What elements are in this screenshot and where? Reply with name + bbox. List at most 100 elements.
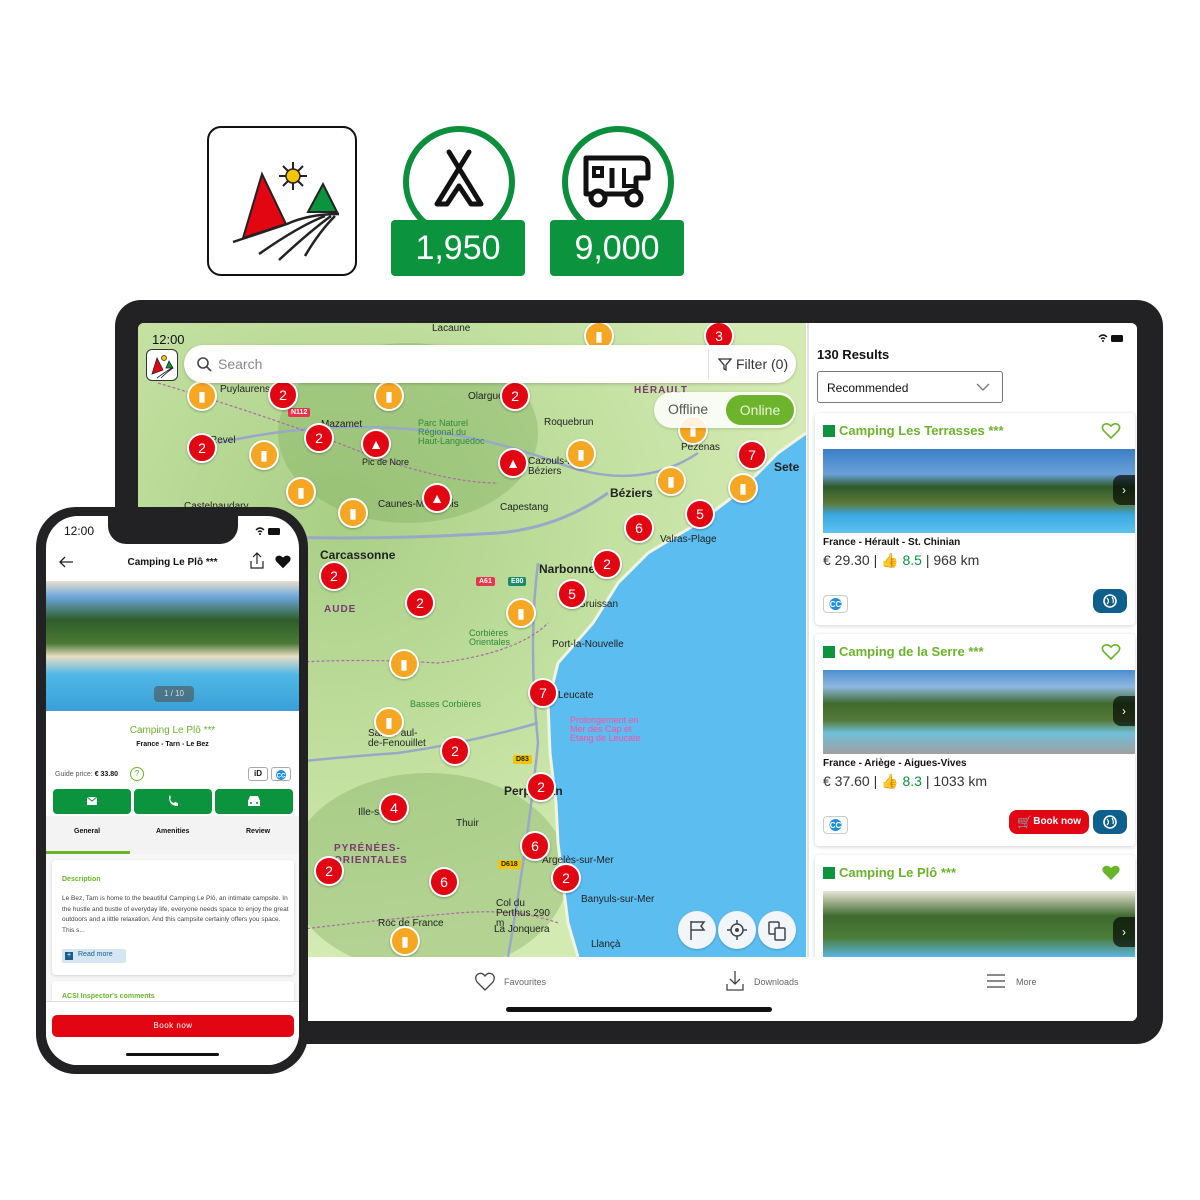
map-cluster-marker[interactable]: 6 xyxy=(429,867,459,897)
map-cluster-marker[interactable]: 2 xyxy=(319,561,349,591)
sort-value: Recommended xyxy=(827,381,909,395)
book-now-button[interactable]: 🛒 Book now xyxy=(1009,810,1089,834)
locate-button[interactable] xyxy=(718,911,756,949)
map-label: Leucate xyxy=(558,690,594,701)
sort-dropdown[interactable]: Recommended xyxy=(817,371,1003,403)
road-label: N112 xyxy=(288,408,311,417)
map-cluster-marker[interactable]: 5 xyxy=(557,579,587,609)
website-button[interactable] xyxy=(1093,589,1127,613)
campsite-name[interactable]: Camping Les Terrasses *** xyxy=(839,423,1004,438)
online-option[interactable]: Online xyxy=(726,395,794,425)
campsite-price: € 29.30 xyxy=(823,552,870,568)
map-cluster-marker[interactable]: 6 xyxy=(624,513,654,543)
thumbs-up-icon: 👍 xyxy=(881,552,899,568)
website-button[interactable] xyxy=(1093,810,1127,834)
result-card[interactable]: Camping de la Serre *** › France - Arièg… xyxy=(815,634,1135,846)
map-cluster-marker[interactable]: 2 xyxy=(440,736,470,766)
motorhome-marker[interactable]: ▮ xyxy=(374,381,404,411)
offline-option[interactable]: Offline xyxy=(668,401,708,417)
map-cluster-marker[interactable]: 7 xyxy=(737,440,767,470)
map-cluster-marker[interactable]: 2 xyxy=(500,381,530,411)
search-input[interactable]: Search xyxy=(218,356,262,372)
campsite-name[interactable]: Camping Le Plô *** xyxy=(839,865,956,880)
motorhome-marker[interactable]: ▮ xyxy=(566,439,596,469)
result-card[interactable]: Camping Le Plô *** › xyxy=(815,855,1135,965)
share-icon[interactable] xyxy=(249,552,265,570)
layers-button[interactable] xyxy=(758,911,796,949)
tab-review[interactable]: Review xyxy=(246,828,270,835)
campsite-tent-marker[interactable]: ▲ xyxy=(361,429,391,459)
heart-filled-icon[interactable] xyxy=(274,554,292,570)
offline-online-toggle[interactable]: Offline Online xyxy=(654,392,796,428)
search-bar[interactable]: Search Filter (0) xyxy=(184,345,796,383)
motorhome-marker[interactable]: ▮ xyxy=(389,649,419,679)
motorhome-marker[interactable]: ▮ xyxy=(656,466,686,496)
map-cluster-marker[interactable]: 2 xyxy=(592,549,622,579)
read-more-button[interactable]: + Read more xyxy=(62,949,126,963)
campsite-photo[interactable]: 1 / 10 xyxy=(46,581,299,711)
thumbs-up-icon: 👍 xyxy=(881,773,899,789)
email-button[interactable] xyxy=(53,789,131,814)
motorhome-marker[interactable]: ▮ xyxy=(187,381,217,411)
motorhome-marker[interactable]: ▮ xyxy=(506,598,536,628)
motorhome-marker[interactable]: ▮ xyxy=(728,473,758,503)
download-icon xyxy=(726,971,744,991)
phone-footer: Book now xyxy=(46,1001,299,1065)
heart-filled-icon[interactable] xyxy=(1101,864,1121,882)
acsi-app-logo xyxy=(207,126,357,276)
campsite-photo-carousel[interactable]: › xyxy=(823,670,1135,754)
campsite-location: France - Tarn - Le Bez xyxy=(136,741,209,748)
map-cluster-marker[interactable]: 4 xyxy=(379,793,409,823)
description-card: Description Le Bez, Tarn is home to the … xyxy=(52,860,294,975)
phone-call-button[interactable] xyxy=(134,789,212,814)
help-icon[interactable]: ? xyxy=(130,767,144,781)
home-indicator xyxy=(506,1007,772,1012)
map-cluster-marker[interactable]: 2 xyxy=(551,863,581,893)
campsite-name[interactable]: Camping de la Serre *** xyxy=(839,644,984,659)
motorhome-marker[interactable]: ▮ xyxy=(374,707,404,737)
result-card[interactable]: Camping Les Terrasses *** › France - Hér… xyxy=(815,413,1135,625)
book-now-button[interactable]: Book now xyxy=(52,1015,294,1037)
map-cluster-marker[interactable]: 2 xyxy=(526,772,556,802)
acsi-logo-icon xyxy=(151,355,174,379)
next-photo-button[interactable]: › xyxy=(1113,475,1135,505)
campsite-count: 1,950 xyxy=(391,220,525,276)
flag-button[interactable] xyxy=(678,911,716,949)
campsite-photo-carousel[interactable]: › xyxy=(823,891,1135,965)
search-icon xyxy=(197,357,212,372)
next-photo-button[interactable]: › xyxy=(1113,696,1135,726)
id-badge: iD xyxy=(248,767,268,781)
map-cluster-marker[interactable]: 2 xyxy=(304,423,334,453)
map-cluster-marker[interactable]: 7 xyxy=(528,678,558,708)
map-cluster-marker[interactable]: 6 xyxy=(520,831,550,861)
status-time: 12:00 xyxy=(152,332,185,347)
svg-text:CC: CC xyxy=(830,821,842,830)
map-label: Lacaune xyxy=(432,323,471,334)
description-heading: Description xyxy=(62,876,101,883)
filter-button[interactable]: Filter (0) xyxy=(736,356,788,372)
map-cluster-marker[interactable]: 2 xyxy=(268,380,298,410)
campsite-photo-carousel[interactable]: › xyxy=(823,449,1135,533)
motorhome-marker[interactable]: ▮ xyxy=(286,477,316,507)
heart-outline-icon[interactable] xyxy=(1101,643,1121,661)
app-logo-button[interactable] xyxy=(146,349,178,381)
motorhome-marker[interactable]: ▮ xyxy=(338,498,368,528)
tab-amenities[interactable]: Amenities xyxy=(156,828,189,835)
motorhome-marker[interactable]: ▮ xyxy=(249,440,279,470)
campsite-tent-marker[interactable]: ▲ xyxy=(498,448,528,478)
motorhome-icon xyxy=(583,155,651,208)
map-label: La Jonquera xyxy=(494,924,550,935)
tent-icon xyxy=(823,425,835,437)
directions-button[interactable] xyxy=(215,789,293,814)
map-cluster-marker[interactable]: 5 xyxy=(685,499,715,529)
heart-outline-icon[interactable] xyxy=(1101,422,1121,440)
next-photo-button[interactable]: › xyxy=(1113,917,1135,947)
map-cluster-marker[interactable]: 2 xyxy=(314,856,344,886)
map-cluster-marker[interactable]: 2 xyxy=(187,433,217,463)
motorhome-marker[interactable]: ▮ xyxy=(390,926,420,956)
acsi-card-badge-icon: CC xyxy=(823,816,848,834)
tab-general[interactable]: General xyxy=(74,828,100,835)
map-cluster-marker[interactable]: 2 xyxy=(405,588,435,618)
results-panel: 130 Results Recommended Camping Les Terr… xyxy=(807,323,1137,965)
campsite-tent-marker[interactable]: ▲ xyxy=(422,483,452,513)
